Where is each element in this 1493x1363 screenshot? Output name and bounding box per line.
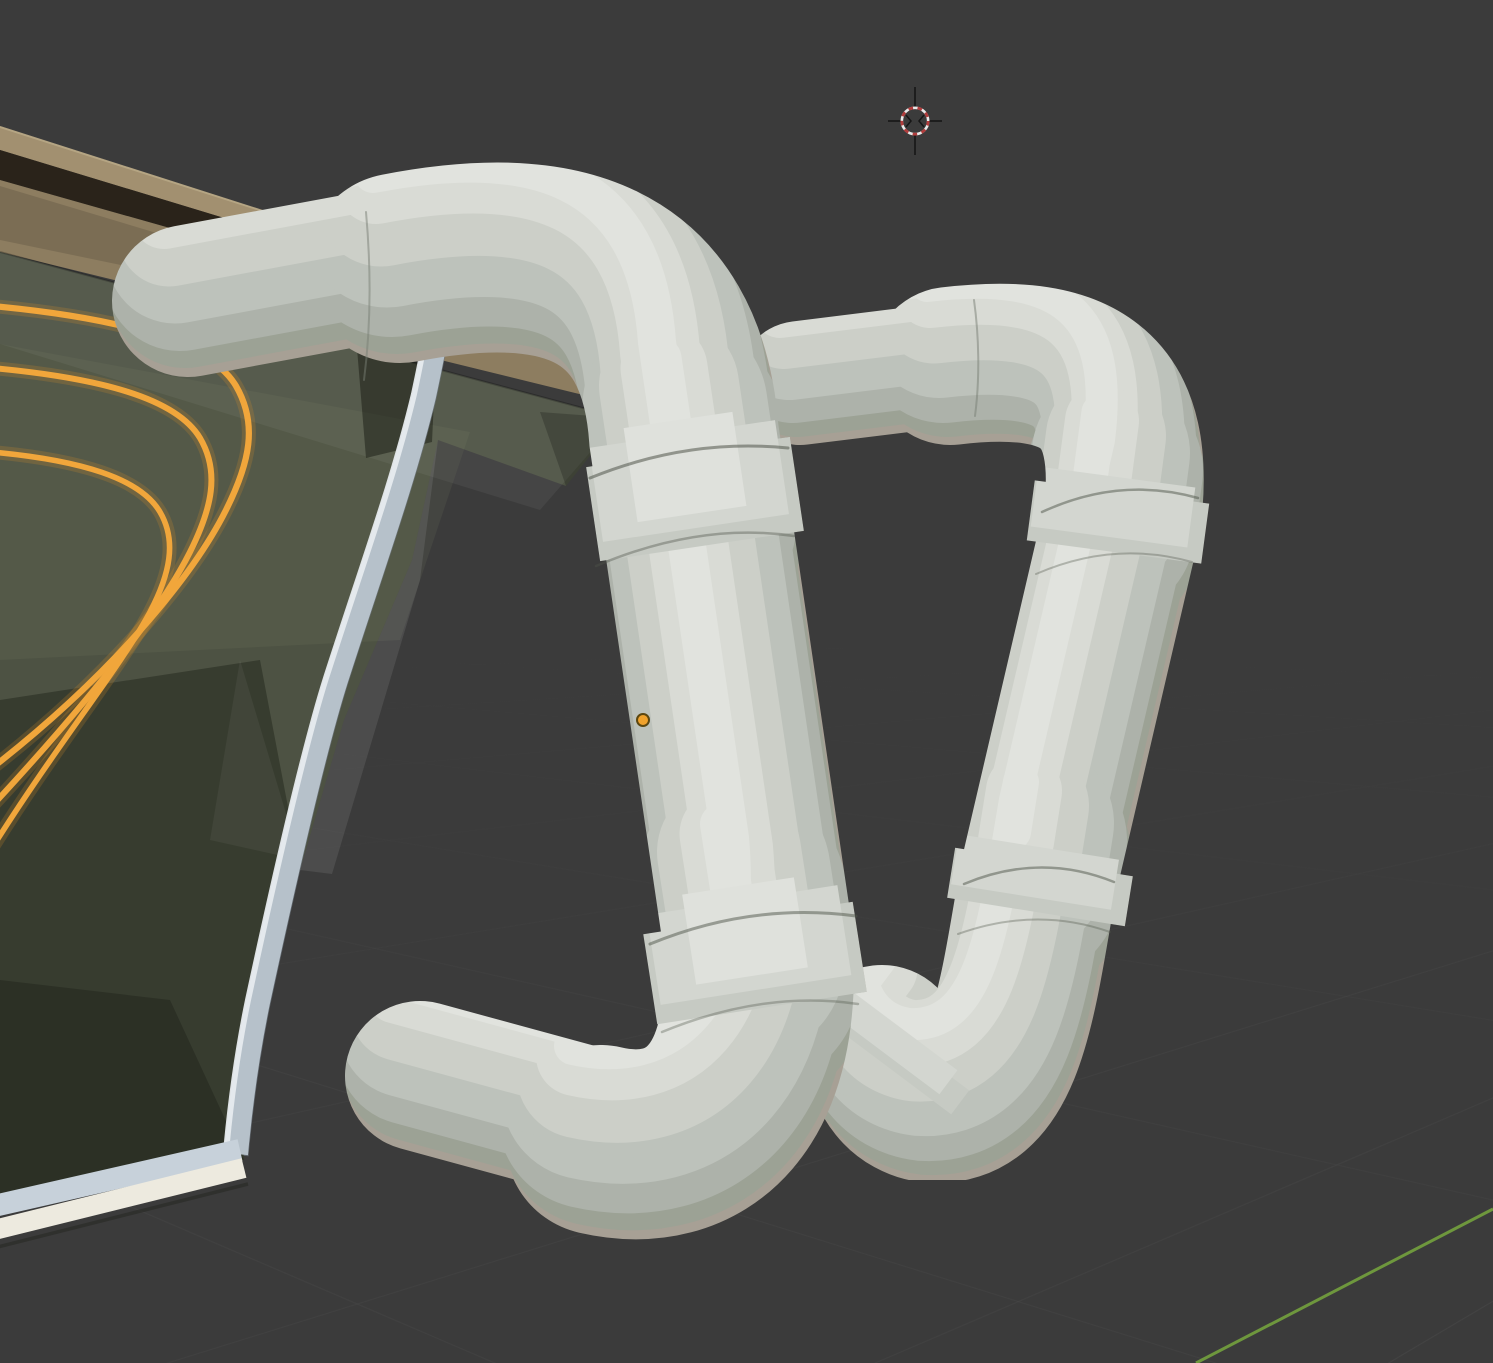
viewport-canvas[interactable]	[0, 0, 1493, 1363]
pipe-collar-highlight	[1109, 477, 1117, 537]
pipe-shade-band	[1091, 412, 1099, 472]
pipe-collar-highlight	[1031, 847, 1039, 897]
pipe-collar-highlight	[738, 886, 752, 976]
3d-viewport[interactable]	[0, 0, 1493, 1363]
origin-dot[interactable]	[637, 714, 649, 726]
pipe-left-shading	[80, 140, 910, 1280]
pipe-shade-band	[1013, 782, 1021, 832]
pipe-collar-highlight	[678, 420, 692, 514]
origin-point[interactable]	[637, 714, 649, 726]
pipe-left-object[interactable]	[80, 140, 910, 1280]
